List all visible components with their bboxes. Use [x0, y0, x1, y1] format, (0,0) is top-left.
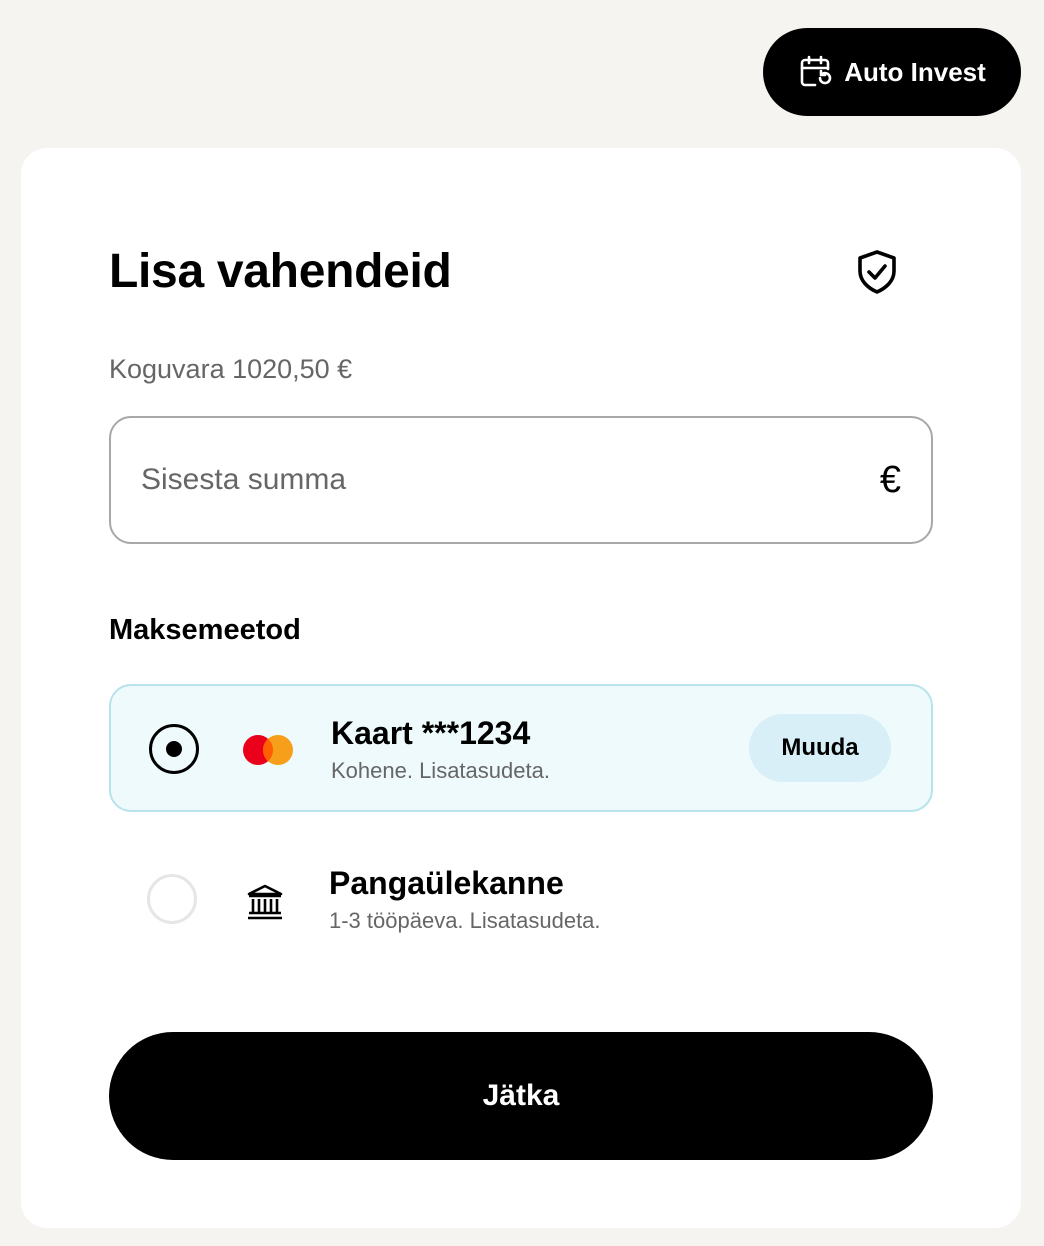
bank-icon [247, 884, 283, 920]
shield-check-icon [858, 250, 896, 294]
method-name: Kaart ***1234 [331, 715, 531, 751]
method-subtitle: 1-3 tööpäeva. Lisatasudeta. [329, 908, 601, 933]
amount-field[interactable]: € [109, 416, 933, 544]
method-name: Pangaülekanne [329, 865, 564, 901]
method-text: Kaart ***1234 Kohene. Lisatasudeta. [331, 714, 550, 784]
calendar-refresh-icon [800, 55, 832, 87]
add-funds-card: Lisa vahendeid Koguvara 1020,50 € € Maks… [21, 148, 1021, 1228]
continue-button[interactable]: Jätka [109, 1032, 933, 1160]
payment-method-label: Maksemeetod [109, 614, 301, 646]
method-subtitle: Kohene. Lisatasudeta. [331, 758, 550, 783]
euro-icon: € [879, 458, 901, 501]
mastercard-icon [243, 735, 293, 765]
page: Auto Invest Lisa vahendeid Koguvara 1020… [0, 0, 1044, 1246]
total-balance: Koguvara 1020,50 € [109, 354, 353, 384]
radio-unselected[interactable] [147, 874, 197, 924]
payment-method-card[interactable]: Kaart ***1234 Kohene. Lisatasudeta. Muud… [109, 684, 933, 812]
radio-selected[interactable] [149, 724, 199, 774]
auto-invest-button[interactable]: Auto Invest [763, 28, 1021, 116]
auto-invest-label: Auto Invest [844, 56, 986, 87]
amount-input[interactable] [141, 463, 880, 497]
change-card-button[interactable]: Muuda [749, 714, 891, 782]
page-title: Lisa vahendeid [109, 245, 452, 298]
payment-method-bank-transfer[interactable]: Pangaülekanne 1-3 tööpäeva. Lisatasudeta… [109, 836, 933, 964]
method-text: Pangaülekanne 1-3 tööpäeva. Lisatasudeta… [329, 864, 601, 934]
